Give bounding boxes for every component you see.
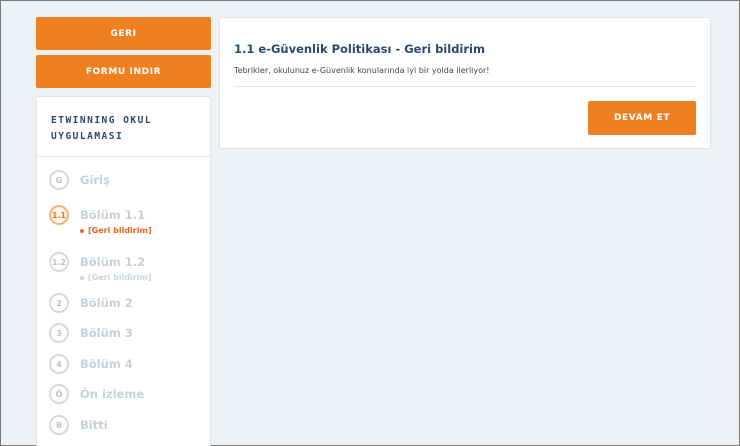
step-label: Giriş bbox=[80, 173, 110, 187]
step-on-izleme[interactable]: Ö Ön izleme bbox=[49, 384, 144, 404]
download-form-button[interactable]: FORMU INDIR bbox=[36, 55, 211, 88]
step-feedback-link[interactable]: [Geri bildirim] bbox=[80, 225, 151, 237]
step-bolum-1-2[interactable]: 1.2 Bölüm 1.2 [Geri bildirim] bbox=[49, 252, 151, 284]
step-bolum-2[interactable]: 2 Bölüm 2 bbox=[49, 293, 133, 313]
back-button[interactable]: GERI bbox=[36, 17, 211, 50]
continue-button[interactable]: DEVAM ET bbox=[588, 101, 696, 135]
step-label: Bölüm 3 bbox=[80, 326, 133, 340]
step-bolum-1-1[interactable]: 1.1 Bölüm 1.1 [Geri bildirim] bbox=[49, 205, 151, 237]
step-badge: 3 bbox=[49, 323, 69, 343]
step-sub-label: [Geri bildirim] bbox=[88, 273, 152, 282]
step-badge: 1.1 bbox=[49, 205, 69, 225]
step-label: Bölüm 1.2 bbox=[80, 255, 146, 269]
step-feedback-link[interactable]: [Geri bildirim] bbox=[80, 272, 151, 284]
card-title: 1.1 e-Güvenlik Politikası - Geri bildiri… bbox=[234, 42, 485, 56]
step-giris[interactable]: G Giriş bbox=[49, 170, 110, 190]
step-label: Bölüm 2 bbox=[80, 296, 133, 310]
step-badge: G bbox=[49, 170, 69, 190]
bullet-icon bbox=[80, 228, 84, 233]
step-label: Bölüm 1.1 bbox=[80, 208, 146, 222]
step-bitti[interactable]: B Bitti bbox=[49, 415, 108, 435]
step-badge: 4 bbox=[49, 354, 69, 374]
step-label: Bölüm 4 bbox=[80, 357, 133, 371]
divider bbox=[234, 86, 696, 87]
feedback-card: 1.1 e-Güvenlik Politikası - Geri bildiri… bbox=[219, 17, 711, 149]
step-badge: 1.2 bbox=[49, 252, 69, 272]
progress-sidebar: ETWINNING OKUL UYGULAMASI G Giriş 1.1 Bö… bbox=[36, 96, 211, 446]
sidebar-title: ETWINNING OKUL UYGULAMASI bbox=[37, 97, 210, 157]
step-badge: Ö bbox=[49, 384, 69, 404]
step-badge: 2 bbox=[49, 293, 69, 313]
step-label: Bitti bbox=[80, 418, 108, 432]
feedback-message: Tebrikler, okulunuz e-Güvenlik konuların… bbox=[234, 66, 490, 75]
step-bolum-3[interactable]: 3 Bölüm 3 bbox=[49, 323, 133, 343]
step-badge: B bbox=[49, 415, 69, 435]
step-bolum-4[interactable]: 4 Bölüm 4 bbox=[49, 354, 133, 374]
step-sub-label: [Geri bildirim] bbox=[88, 226, 152, 235]
bullet-icon bbox=[80, 275, 84, 280]
step-label: Ön izleme bbox=[80, 387, 145, 401]
